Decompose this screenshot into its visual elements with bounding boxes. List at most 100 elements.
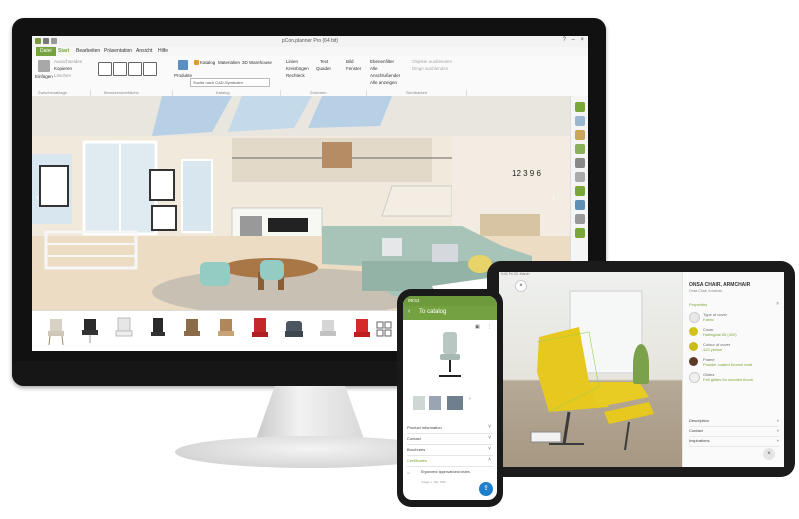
tree-icon[interactable] xyxy=(575,228,585,238)
chair-thumb-8[interactable] xyxy=(280,315,308,347)
carousel-prev-icon[interactable]: ‹ xyxy=(36,192,44,206)
close-panel-icon[interactable]: × xyxy=(763,448,775,460)
frame-swatch[interactable] xyxy=(689,357,698,366)
phone-header-title[interactable]: To catalog xyxy=(419,309,446,315)
article-list-icon[interactable] xyxy=(575,144,585,154)
chair-thumb-9[interactable] xyxy=(314,315,342,347)
view-front-icon[interactable] xyxy=(113,62,127,76)
menu-start[interactable]: Start xyxy=(58,48,69,54)
ribbon-toolbar: Einfügen Ausschneiden Kopieren Löschen P… xyxy=(32,56,588,97)
tablet-status-bar: 9:41 Fri 20. March xyxy=(501,272,530,276)
glides-swatch[interactable] xyxy=(689,372,700,383)
cad-search-input[interactable]: Suche nach CAD-Symbolen xyxy=(190,78,270,87)
window-title: pCon.planner Pro (64 bit) xyxy=(281,38,339,44)
help-icon[interactable]: ? xyxy=(563,37,566,43)
back-arrow-icon[interactable]: ‹ xyxy=(408,308,410,315)
show-all-button[interactable]: Alle anzeigen xyxy=(370,80,397,85)
view-3d-icon[interactable] xyxy=(143,62,157,76)
pencil-icon[interactable] xyxy=(575,214,585,224)
chair-thumb-6[interactable] xyxy=(212,315,240,347)
arcs-tool[interactable]: Kreisbögen xyxy=(286,66,309,71)
chair-thumb-1[interactable] xyxy=(42,315,70,347)
inspirations-row[interactable]: Inspirations ˅ xyxy=(689,438,779,447)
catalog-button[interactable]: Katalog xyxy=(200,60,215,65)
cart-fab-button[interactable]: ⇪ xyxy=(479,482,493,496)
lines-tool[interactable]: Linien xyxy=(286,59,298,64)
hide-things-button[interactable]: Dinge ausblenden xyxy=(412,66,448,71)
text-tool[interactable]: Text xyxy=(320,59,328,64)
cube-icon[interactable]: ▣ xyxy=(475,324,480,330)
window-tool[interactable]: Fenster xyxy=(346,66,361,71)
office-chair-image xyxy=(439,332,461,377)
copy-button[interactable]: Kopieren xyxy=(54,66,72,71)
cover-swatch[interactable] xyxy=(689,327,698,336)
delete-button[interactable]: Löschen xyxy=(54,73,71,78)
paste-icon[interactable] xyxy=(38,60,50,72)
products-icon[interactable] xyxy=(178,60,188,70)
menu-presentation[interactable]: Präsentation xyxy=(104,48,132,54)
chair-thumb-4[interactable] xyxy=(144,315,172,347)
camera-icon[interactable] xyxy=(575,200,585,210)
cuboid-tool[interactable]: Quader xyxy=(316,66,331,71)
layer-filter-label: Ebenenfilter xyxy=(370,59,395,64)
chair-thumb-10[interactable] xyxy=(348,315,376,347)
layer-icon[interactable] xyxy=(575,102,585,112)
thumb-3[interactable] xyxy=(447,396,463,410)
cut-button[interactable]: Ausschneiden xyxy=(54,59,82,64)
menu-file[interactable]: Datei xyxy=(36,47,56,56)
phone-time: 09:53 xyxy=(408,298,420,303)
catalog-icon[interactable] xyxy=(194,60,199,65)
chair-thumb-3[interactable] xyxy=(110,315,138,347)
menu-view[interactable]: Ansicht xyxy=(136,48,152,54)
cover-type-swatch[interactable] xyxy=(689,312,700,323)
chair-thumb-5[interactable] xyxy=(178,315,206,347)
document-icon: ▭ xyxy=(407,471,411,475)
tablet-product-panel: ONSA CHAIR, ARMCHAIR Onsa Chair, Armchai… xyxy=(682,272,784,467)
thumb-1[interactable] xyxy=(413,396,425,410)
zoom-icon[interactable] xyxy=(575,158,585,168)
certificate-item[interactable]: Ergonomic approval/seal chairs xyxy=(421,470,477,474)
image-tool[interactable]: Bild xyxy=(346,59,354,64)
phone-screen: 09:53 ‹ To catalog ▣ ⋮ › Product informa… xyxy=(403,296,497,500)
close-icon[interactable]: × xyxy=(515,280,527,292)
carousel-next-icon[interactable]: › xyxy=(552,192,560,206)
phone-header: ‹ To catalog xyxy=(403,306,497,320)
prop-value: Fabric xyxy=(703,317,715,322)
certificates-row[interactable]: Certificates ˄ xyxy=(407,455,493,467)
minimize-icon[interactable]: – xyxy=(572,37,575,43)
next-thumb-icon[interactable]: › xyxy=(469,396,471,402)
properties-icon[interactable] xyxy=(575,130,585,140)
rectangle-tool[interactable]: Rechteck xyxy=(286,73,305,78)
plant xyxy=(633,344,649,384)
chevron-up-icon[interactable]: ˄ xyxy=(776,301,779,307)
paste-label[interactable]: Einfügen xyxy=(35,74,53,79)
more-icon[interactable]: ⋮ xyxy=(487,324,492,330)
close-icon[interactable]: × xyxy=(580,37,584,43)
menu-help[interactable]: Hilfe xyxy=(158,48,168,54)
prop-value: Felt glides for wooden floors xyxy=(703,377,754,382)
chair-thumb-7[interactable] xyxy=(246,315,274,347)
contact-row[interactable]: Contact ˅ xyxy=(689,428,779,437)
hide-objects-button[interactable]: Objekte ausblenden xyxy=(412,59,452,64)
properties-heading[interactable]: Properties xyxy=(689,302,707,307)
render-icon[interactable] xyxy=(575,186,585,196)
view-side-icon[interactable] xyxy=(128,62,142,76)
chair-thumb-2[interactable] xyxy=(76,315,104,347)
layer-connector-button[interactable]: Anschlußender xyxy=(370,73,400,78)
yellow-armchair xyxy=(530,327,654,451)
layer-all-button[interactable]: Alle xyxy=(370,66,378,71)
measure-icon[interactable] xyxy=(575,172,585,182)
description-row[interactable]: Description ˅ xyxy=(689,418,779,427)
thumb-2[interactable] xyxy=(429,396,441,410)
prop-value: Powder coated bronze matt xyxy=(703,362,752,367)
view-icon[interactable] xyxy=(575,116,585,126)
materials-button[interactable]: Materialien xyxy=(218,60,240,65)
cover-colour-swatch[interactable] xyxy=(689,342,698,351)
warehouse-button[interactable]: 3D Warehouse xyxy=(242,60,272,65)
prop-value: Hallingdal 65 (420) xyxy=(703,332,737,337)
tablet-ar-view[interactable]: 9:41 Fri 20. March × xyxy=(499,272,682,467)
menu-edit[interactable]: Bearbeiten xyxy=(76,48,100,54)
search-placeholder: Suche nach CAD-Symbolen xyxy=(193,80,243,85)
view-top-icon[interactable] xyxy=(98,62,112,76)
grid-view-icon[interactable] xyxy=(376,321,392,341)
